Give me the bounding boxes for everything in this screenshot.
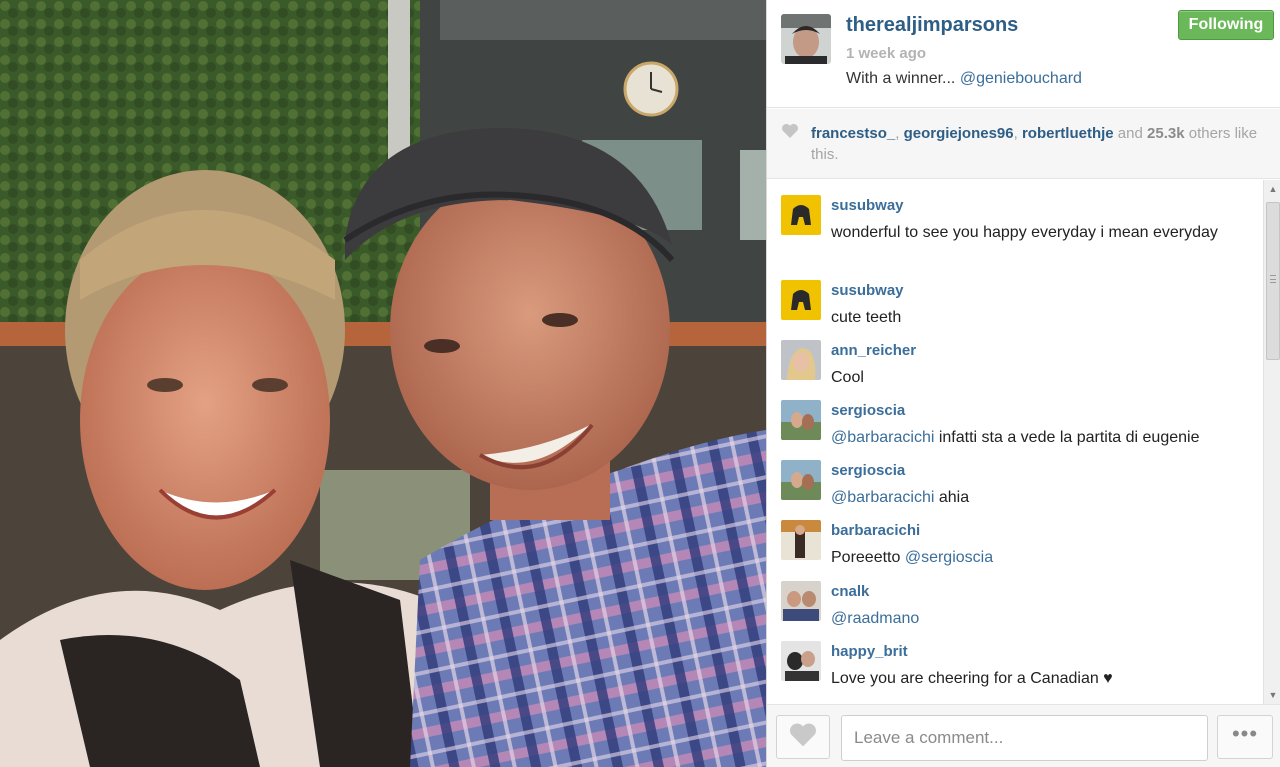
owner-avatar[interactable] xyxy=(781,14,831,64)
comment-body: Poreeetto xyxy=(831,549,905,566)
comment-mention[interactable]: @raadmano xyxy=(831,610,919,627)
comment-footer: ••• xyxy=(767,704,1280,767)
comment-text: Cool xyxy=(831,369,864,386)
comment-text: @raadmano xyxy=(831,606,1251,631)
scrollbar-thumb[interactable] xyxy=(1266,202,1280,360)
commenter-avatar[interactable] xyxy=(781,280,821,320)
comment-mention[interactable]: @barbaracichi xyxy=(831,489,934,506)
commenter-avatar[interactable] xyxy=(781,195,821,235)
likes-and: and xyxy=(1113,125,1148,142)
comment-text: @barbaracichi infatti sta a vede la part… xyxy=(831,425,1251,450)
comment-input[interactable] xyxy=(841,715,1208,761)
likes-count[interactable]: 25.3k xyxy=(1147,125,1185,142)
comment-item: susubway wonderful to see you happy ever… xyxy=(781,192,1261,272)
comment-text: @barbaracichi ahia xyxy=(831,485,1251,510)
commenter-username[interactable]: happy_brit xyxy=(831,643,908,660)
comment-item: barbaracichi Poreeetto @sergioscia xyxy=(781,517,1261,572)
post-timestamp: 1 week ago xyxy=(846,45,927,62)
commenter-username[interactable]: ann_reicher xyxy=(831,342,916,359)
commenter-username[interactable]: barbaracichi xyxy=(831,522,920,539)
more-options-button[interactable]: ••• xyxy=(1217,715,1273,759)
heart-icon xyxy=(781,123,799,144)
comments-scrollbar[interactable]: ▲ ▼ xyxy=(1263,180,1280,704)
post-caption: With a winner... @geniebouchard xyxy=(846,70,1082,88)
commenter-avatar[interactable] xyxy=(781,400,821,440)
comments-list: susubway wonderful to see you happy ever… xyxy=(767,180,1263,704)
arrow-down-icon[interactable]: ▼ xyxy=(1264,686,1280,704)
likes-text: francestso_, georgiejones96, robertlueth… xyxy=(811,125,1258,163)
post-side-panel: therealjimparsons 1 week ago With a winn… xyxy=(766,0,1280,767)
commenter-username[interactable]: susubway xyxy=(831,282,904,299)
caption-mention[interactable]: @geniebouchard xyxy=(960,70,1082,87)
comment-text: Poreeetto @sergioscia xyxy=(831,545,1251,570)
heart-icon xyxy=(788,722,818,753)
comment-mention[interactable]: @barbaracichi xyxy=(831,429,934,446)
comment-item: sergioscia @barbaracichi ahia xyxy=(781,457,1261,512)
commenter-avatar[interactable] xyxy=(781,460,821,500)
liker-link[interactable]: robertluethje xyxy=(1022,125,1114,142)
like-button[interactable] xyxy=(776,715,830,759)
comment-item: cnalk @raadmano xyxy=(781,578,1261,633)
post-header: therealjimparsons 1 week ago With a winn… xyxy=(767,0,1280,108)
likes-summary: francestso_, georgiejones96, robertlueth… xyxy=(767,109,1280,179)
arrow-up-icon[interactable]: ▲ xyxy=(1264,180,1280,198)
commenter-avatar[interactable] xyxy=(781,340,821,380)
commenter-avatar[interactable] xyxy=(781,520,821,560)
liker-link[interactable]: francestso_ xyxy=(811,125,895,142)
commenter-username[interactable]: sergioscia xyxy=(831,402,905,419)
comment-body: infatti sta a vede la partita di eugenie xyxy=(934,429,1200,446)
commenter-username[interactable]: cnalk xyxy=(831,583,869,600)
post-photo xyxy=(0,0,766,767)
commenter-username[interactable]: sergioscia xyxy=(831,462,905,479)
comment-item: happy_brit Love you are cheering for a C… xyxy=(781,638,1261,693)
commenter-username[interactable]: susubway xyxy=(831,197,904,214)
comment-item: sergioscia @barbaracichi infatti sta a v… xyxy=(781,397,1261,452)
caption-text: With a winner... xyxy=(846,70,960,87)
commenter-avatar[interactable] xyxy=(781,581,821,621)
ellipsis-icon: ••• xyxy=(1231,721,1259,746)
commenter-avatar[interactable] xyxy=(781,641,821,681)
comment-body: ahia xyxy=(934,489,970,506)
comment-text: cute teeth xyxy=(831,309,902,326)
liker-link[interactable]: georgiejones96 xyxy=(904,125,1014,142)
comment-item: susubway cute teeth xyxy=(781,277,1261,332)
comment-text: Love you are cheering for a Canadian ♥ xyxy=(831,670,1113,687)
comment-item: ann_reicher Cool xyxy=(781,337,1261,392)
owner-username[interactable]: therealjimparsons xyxy=(846,14,1018,37)
following-button[interactable]: Following xyxy=(1178,10,1274,40)
comment-mention[interactable]: @sergioscia xyxy=(905,549,993,566)
comment-text: wonderful to see you happy everyday i me… xyxy=(831,224,1218,241)
